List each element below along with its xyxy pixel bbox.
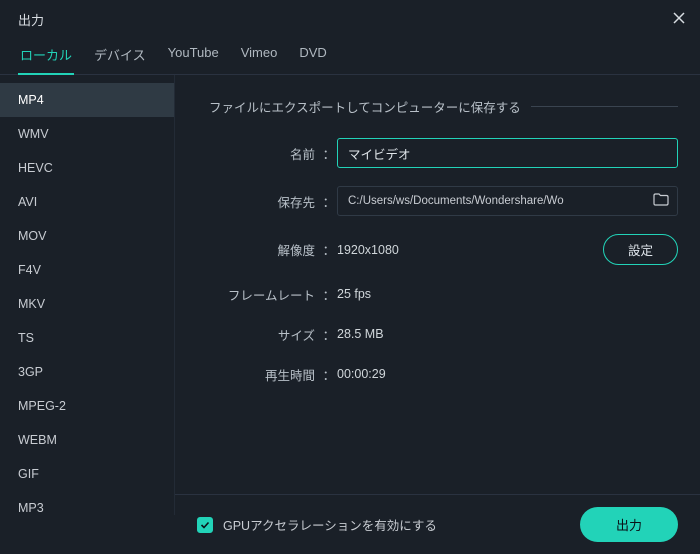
tab-bar: ローカル デバイス YouTube Vimeo DVD	[0, 35, 700, 75]
save-path-field[interactable]: C:/Users/ws/Documents/Wondershare/Wo	[337, 186, 678, 216]
format-mp4[interactable]: MP4	[0, 83, 174, 117]
divider	[531, 106, 678, 107]
format-mkv[interactable]: MKV	[0, 287, 174, 321]
save-path-value: C:/Users/ws/Documents/Wondershare/Wo	[348, 195, 564, 207]
format-wmv[interactable]: WMV	[0, 117, 174, 151]
export-button[interactable]: 出力	[580, 507, 678, 542]
format-ts[interactable]: TS	[0, 321, 174, 355]
section-heading: ファイルにエクスポートしてコンピューターに保存する	[209, 97, 521, 116]
value-resolution: 1920x1080	[337, 239, 399, 261]
value-size: 28.5 MB	[337, 323, 384, 345]
label-name: 名前	[209, 144, 321, 163]
format-mov[interactable]: MOV	[0, 219, 174, 253]
format-mpeg2[interactable]: MPEG-2	[0, 389, 174, 423]
name-input[interactable]	[337, 138, 678, 168]
label-saveto: 保存先	[209, 192, 321, 211]
folder-icon[interactable]	[653, 193, 669, 210]
label-framerate: フレームレート	[209, 285, 321, 304]
format-webm[interactable]: WEBM	[0, 423, 174, 457]
close-icon[interactable]	[672, 11, 686, 29]
format-gif[interactable]: GIF	[0, 457, 174, 491]
gpu-label: GPUアクセラレーションを有効にする	[223, 515, 437, 534]
format-3gp[interactable]: 3GP	[0, 355, 174, 389]
label-duration: 再生時間	[209, 365, 321, 384]
label-size: サイズ	[209, 325, 321, 344]
gpu-checkbox[interactable]	[197, 517, 213, 533]
format-sidebar: MP4 WMV HEVC AVI MOV F4V MKV TS 3GP MPEG…	[0, 75, 175, 515]
format-hevc[interactable]: HEVC	[0, 151, 174, 185]
value-duration: 00:00:29	[337, 363, 386, 385]
tab-vimeo[interactable]: Vimeo	[239, 41, 280, 74]
tab-local[interactable]: ローカル	[18, 41, 74, 74]
label-resolution: 解像度	[209, 240, 321, 259]
value-framerate: 25 fps	[337, 283, 371, 305]
format-mp3[interactable]: MP3	[0, 491, 174, 525]
format-f4v[interactable]: F4V	[0, 253, 174, 287]
window-title: 出力	[18, 10, 44, 29]
tab-dvd[interactable]: DVD	[297, 41, 328, 74]
format-avi[interactable]: AVI	[0, 185, 174, 219]
settings-button[interactable]: 設定	[603, 234, 678, 265]
tab-youtube[interactable]: YouTube	[166, 41, 221, 74]
tab-device[interactable]: デバイス	[92, 41, 148, 74]
